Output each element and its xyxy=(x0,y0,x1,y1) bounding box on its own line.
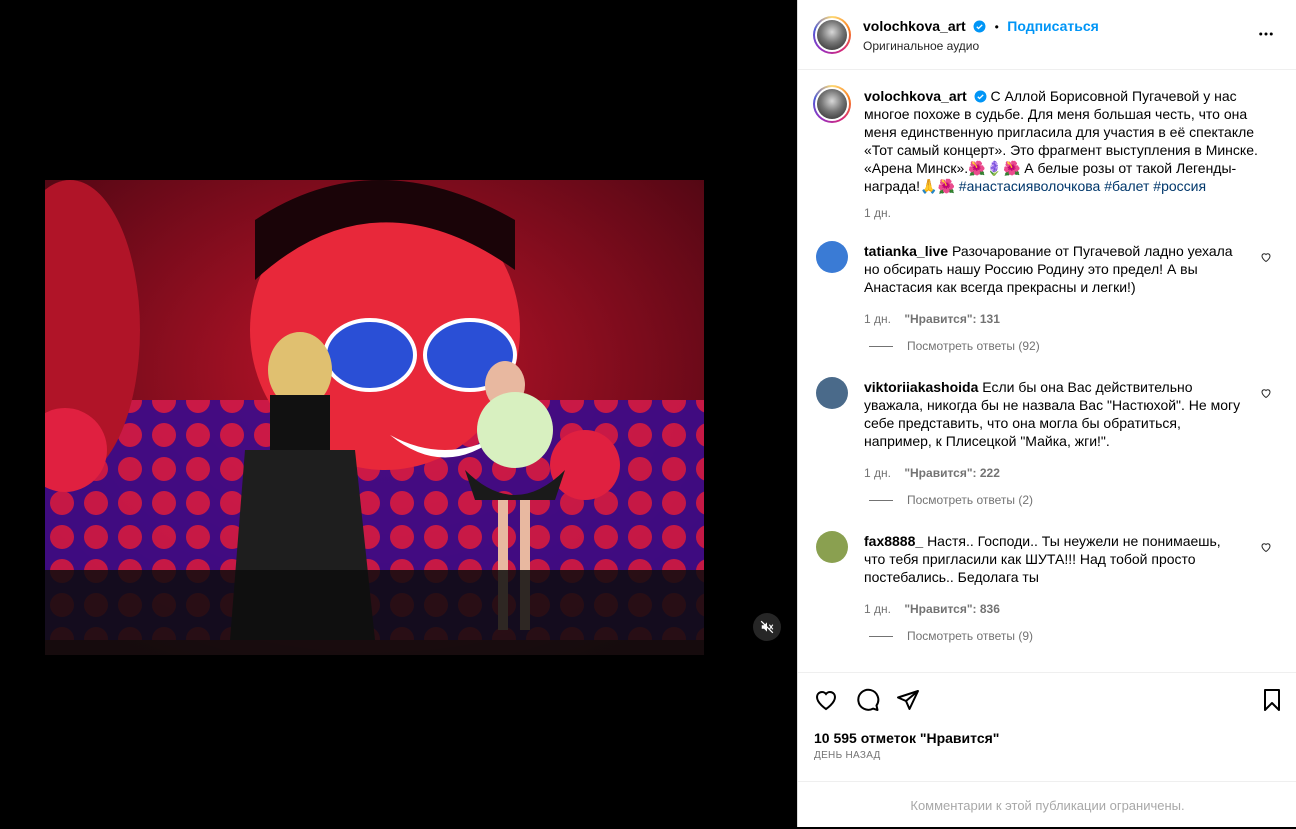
mute-button[interactable] xyxy=(753,613,781,641)
caption-avatar[interactable] xyxy=(813,85,851,123)
likes-count[interactable]: 10 595 отметок "Нравится" xyxy=(814,730,999,746)
comment: viktoriiakashoida Если бы она Вас действ… xyxy=(864,378,1244,482)
view-replies-button[interactable]: Посмотреть ответы (2) xyxy=(869,493,1033,507)
hashtag-link[interactable]: #балет xyxy=(1104,178,1149,194)
comment-avatar[interactable] xyxy=(816,531,848,563)
bookmark-icon[interactable] xyxy=(1260,688,1284,712)
comments-limited-notice: Комментарии к этой публикации ограничены… xyxy=(798,781,1296,829)
heart-icon[interactable] xyxy=(814,688,838,712)
hashtag-link[interactable]: #россия xyxy=(1153,178,1206,194)
comment-meta: 1 дн. "Нравится": 131 xyxy=(864,310,1244,328)
header-username[interactable]: volochkova_art xyxy=(863,18,966,34)
video-player[interactable] xyxy=(45,180,704,655)
view-replies-label: Посмотреть ответы (2) xyxy=(907,493,1034,507)
separator-dot: • xyxy=(994,20,999,34)
comment: tatianka_live Разочарование от Пугачевой… xyxy=(864,242,1244,328)
video-frame-image xyxy=(45,180,704,655)
comment-username[interactable]: viktoriiakashoida xyxy=(864,379,978,395)
author-avatar[interactable] xyxy=(813,16,851,54)
audio-label[interactable]: Оригинальное аудио xyxy=(863,39,979,53)
post-date[interactable]: ДЕНЬ НАЗАД xyxy=(814,750,881,761)
comment-username[interactable]: fax8888_ xyxy=(864,533,923,549)
comment-meta: 1 дн. "Нравится": 836 xyxy=(864,600,1244,618)
more-options-icon xyxy=(1259,32,1273,36)
comment-time[interactable]: 1 дн. xyxy=(864,312,891,326)
view-replies-label: Посмотреть ответы (92) xyxy=(907,339,1040,353)
comment-like-heart-icon[interactable] xyxy=(1260,251,1272,263)
post-caption: volochkova_art С Аллой Борисовной Пугаче… xyxy=(864,87,1264,222)
header-author-line: volochkova_art • Подписаться xyxy=(863,18,1099,36)
comment-likes[interactable]: "Нравится": 222 xyxy=(904,466,1000,480)
comment-like-heart-icon[interactable] xyxy=(1260,387,1272,399)
post-panel: volochkova_art • Подписаться Оригинально… xyxy=(797,0,1296,827)
comment-username[interactable]: tatianka_live xyxy=(864,243,948,259)
comment-like-heart-icon[interactable] xyxy=(1260,541,1272,553)
comment-avatar[interactable] xyxy=(816,377,848,409)
hashtag-link[interactable]: #анастасияволочкова xyxy=(959,178,1101,194)
share-icon[interactable] xyxy=(896,688,920,712)
view-replies-button[interactable]: Посмотреть ответы (9) xyxy=(869,629,1033,643)
comment-time[interactable]: 1 дн. xyxy=(864,466,891,480)
view-replies-label: Посмотреть ответы (9) xyxy=(907,629,1034,643)
muted-speaker-icon xyxy=(760,620,774,634)
verified-badge-icon xyxy=(973,20,986,33)
comment-time[interactable]: 1 дн. xyxy=(864,602,891,616)
comment-likes[interactable]: "Нравится": 131 xyxy=(904,312,1000,326)
comment-meta: 1 дн. "Нравится": 222 xyxy=(864,464,1244,482)
verified-badge-icon xyxy=(974,90,987,103)
comment-likes[interactable]: "Нравится": 836 xyxy=(904,602,1000,616)
comment-icon[interactable] xyxy=(856,688,880,712)
comment: fax8888_ Настя.. Господи.. Ты неужели не… xyxy=(864,532,1244,618)
caption-username[interactable]: volochkova_art xyxy=(864,88,967,104)
follow-button[interactable]: Подписаться xyxy=(1007,18,1099,34)
post-header: volochkova_art • Подписаться Оригинально… xyxy=(798,0,1296,70)
more-options-button[interactable] xyxy=(1257,25,1275,48)
comment-avatar[interactable] xyxy=(816,241,848,273)
view-replies-button[interactable]: Посмотреть ответы (92) xyxy=(869,339,1040,353)
media-area xyxy=(0,0,797,827)
action-bar: 10 595 отметок "Нравится" ДЕНЬ НАЗАД Ком… xyxy=(798,672,1296,828)
caption-time[interactable]: 1 дн. xyxy=(864,204,1264,222)
